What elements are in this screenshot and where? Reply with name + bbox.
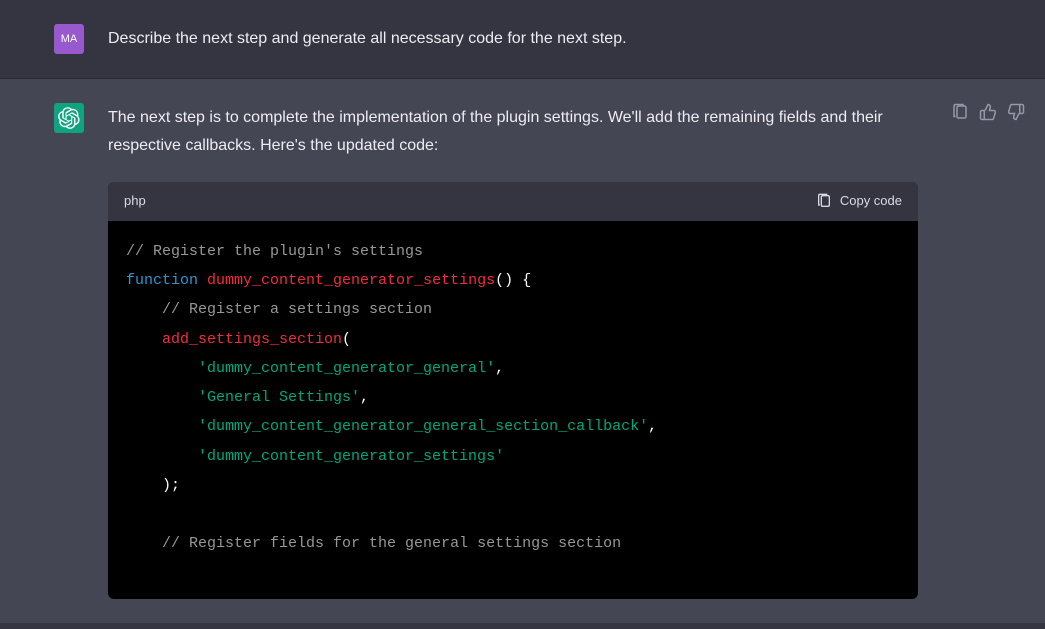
openai-logo-icon xyxy=(58,107,80,129)
code-header: php Copy code xyxy=(108,182,918,221)
thumbs-up-button[interactable] xyxy=(979,103,997,126)
code-comment: // Register a settings section xyxy=(162,301,432,318)
code-block: php Copy code // Register the plugin's s… xyxy=(108,182,918,599)
code-comma: , xyxy=(648,418,657,435)
code-comma: , xyxy=(495,360,504,377)
code-comma: , xyxy=(360,389,369,406)
code-keyword: function xyxy=(126,272,198,289)
code-function-call: add_settings_section xyxy=(162,331,342,348)
assistant-actions xyxy=(951,103,1025,126)
assistant-message-row: The next step is to complete the impleme… xyxy=(0,79,1045,623)
code-plain: ( xyxy=(342,331,351,348)
copy-code-label: Copy code xyxy=(840,190,902,213)
assistant-avatar xyxy=(54,103,84,133)
assistant-message-text: The next step is to complete the impleme… xyxy=(108,104,918,160)
code-content: // Register the plugin's settings functi… xyxy=(108,221,918,599)
clipboard-icon xyxy=(951,103,969,121)
user-avatar-initials: MA xyxy=(61,33,78,45)
user-message-row: MA Describe the next step and generate a… xyxy=(0,0,1045,79)
code-string: 'dummy_content_generator_general' xyxy=(198,360,495,377)
code-comment: // Register the plugin's settings xyxy=(126,243,423,260)
user-message-text: Describe the next step and generate all … xyxy=(108,24,918,54)
user-avatar: MA xyxy=(54,24,84,54)
thumbs-up-icon xyxy=(979,103,997,121)
code-string: 'dummy_content_generator_general_section… xyxy=(198,418,648,435)
code-plain: ); xyxy=(162,477,180,494)
copy-code-button[interactable]: Copy code xyxy=(816,190,902,213)
assistant-content: The next step is to complete the impleme… xyxy=(108,103,918,599)
code-language-label: php xyxy=(124,190,146,213)
thumbs-down-button[interactable] xyxy=(1007,103,1025,126)
code-string: 'General Settings' xyxy=(198,389,360,406)
code-plain: () { xyxy=(495,272,531,289)
code-comment: // Register fields for the general setti… xyxy=(162,535,621,552)
code-string: 'dummy_content_generator_settings' xyxy=(198,448,504,465)
code-function-name: dummy_content_generator_settings xyxy=(207,272,495,289)
clipboard-icon xyxy=(816,193,832,209)
thumbs-down-icon xyxy=(1007,103,1025,121)
copy-message-button[interactable] xyxy=(951,103,969,126)
